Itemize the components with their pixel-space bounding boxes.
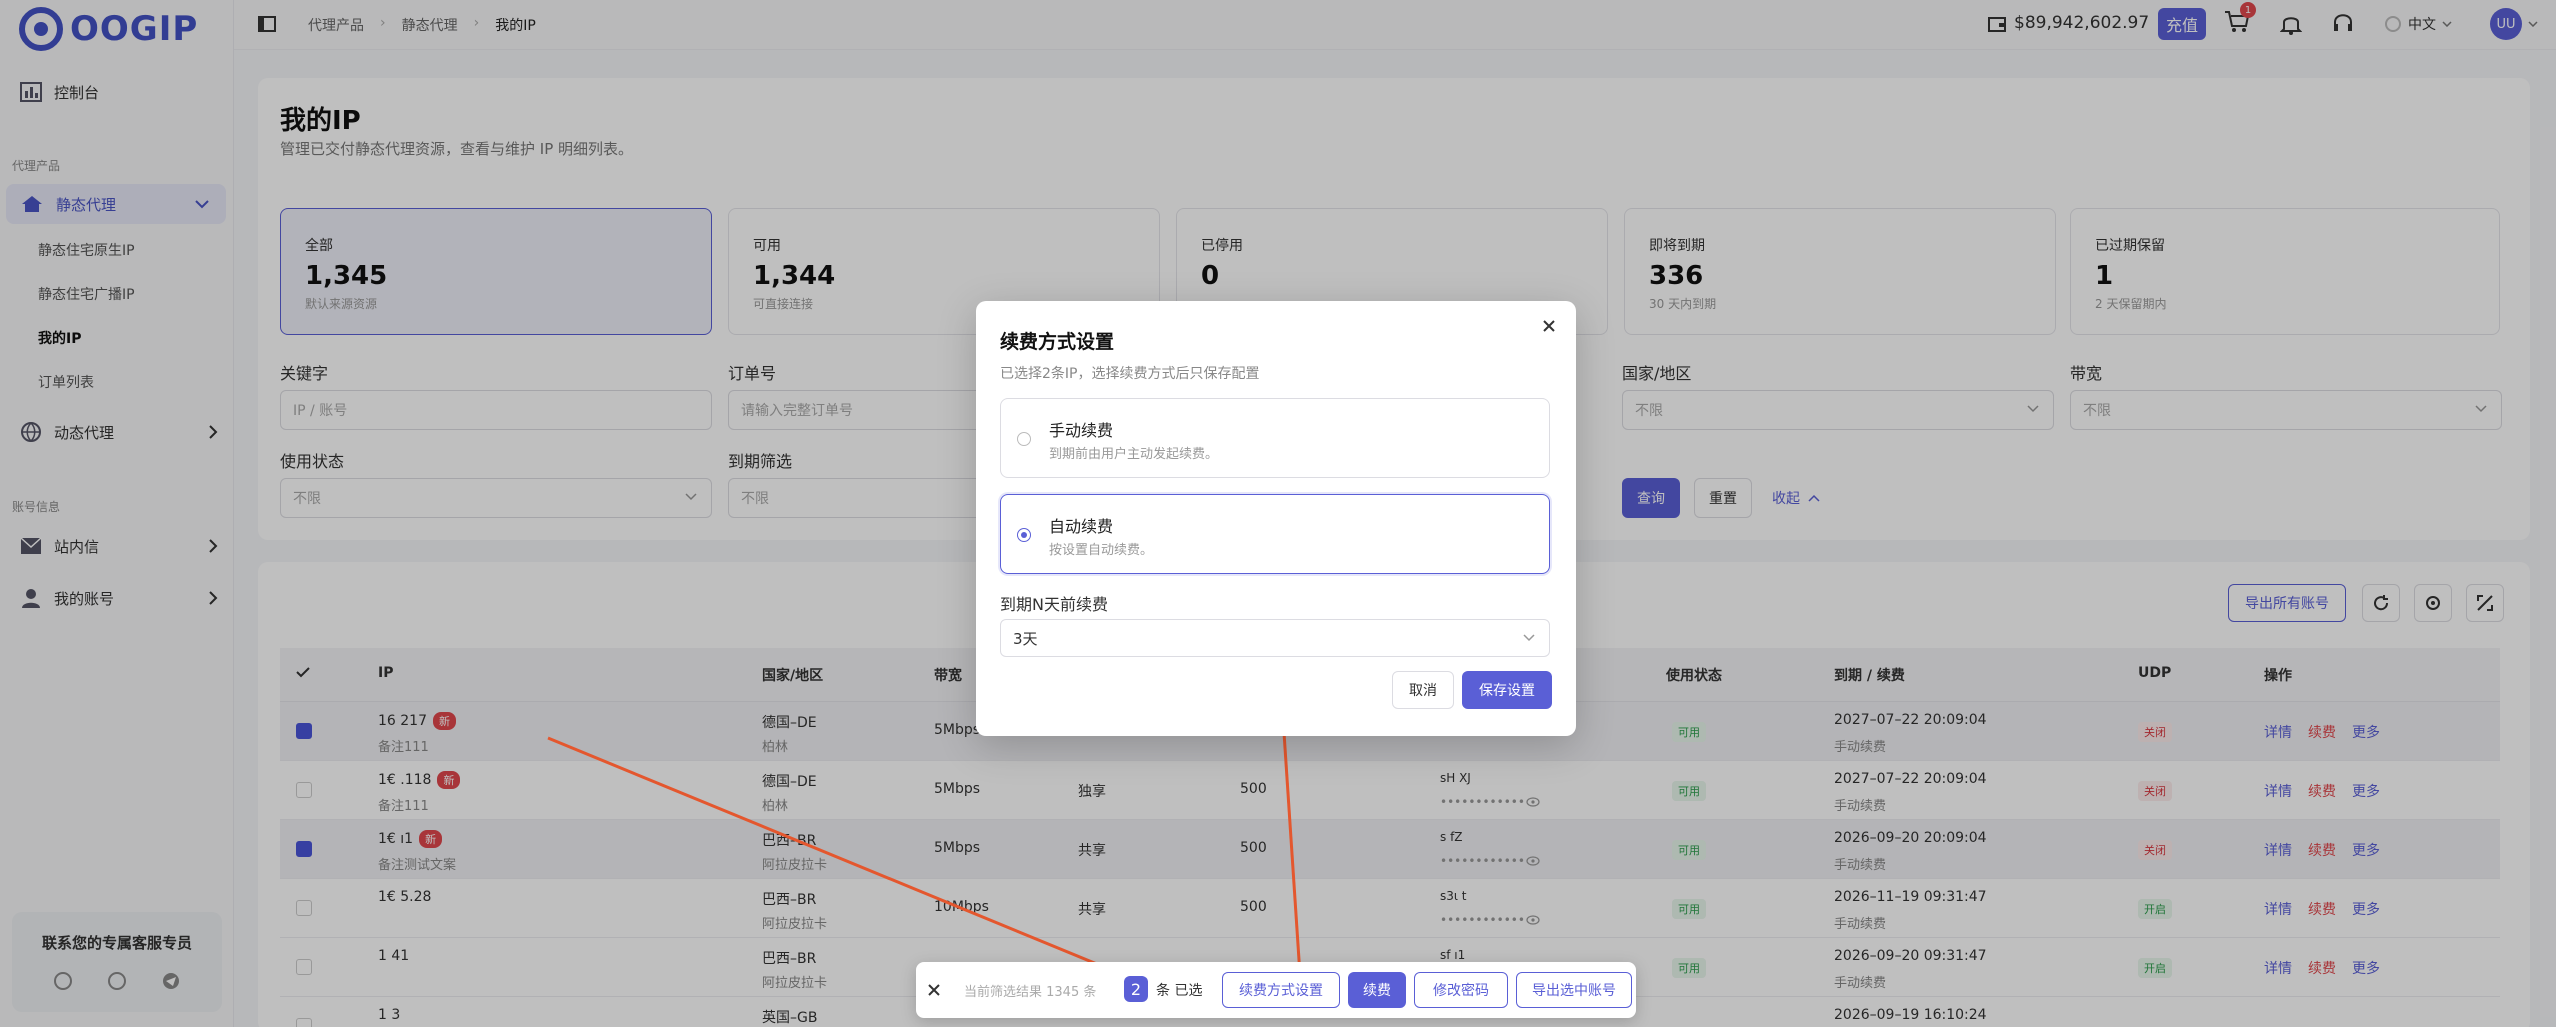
radio-auto[interactable] bbox=[1017, 528, 1031, 542]
option-desc: 到期前由用户主动发起续费。 bbox=[1049, 447, 1219, 462]
save-settings-button[interactable]: 保存设置 bbox=[1462, 671, 1552, 709]
export-selected-button[interactable]: 导出选中账号 bbox=[1516, 972, 1632, 1008]
modal-subtitle: 已选择2条IP，选择续费方式后只保存配置 bbox=[1000, 366, 1260, 382]
close-icon[interactable] bbox=[928, 984, 940, 996]
renewal-settings-modal: 续费方式设置 已选择2条IP，选择续费方式后只保存配置 手动续费 到期前由用户主… bbox=[976, 301, 1576, 736]
selection-action-bar: 当前筛选结果 1345 条 2 条 已选 续费方式设置 续费 修改密码 导出选中… bbox=[916, 962, 1636, 1018]
renewal-settings-button[interactable]: 续费方式设置 bbox=[1222, 972, 1340, 1008]
option-title: 手动续费 bbox=[1049, 421, 1114, 440]
close-icon[interactable] bbox=[1542, 319, 1556, 333]
selected-suffix: 条 已选 bbox=[1156, 983, 1203, 999]
days-before-label: 到期N天前续费 bbox=[1000, 595, 1108, 614]
days-before-select[interactable]: 3天 bbox=[1000, 619, 1550, 657]
radio-manual[interactable] bbox=[1017, 432, 1031, 446]
cancel-button[interactable]: 取消 bbox=[1392, 671, 1454, 709]
renew-button[interactable]: 续费 bbox=[1348, 972, 1406, 1008]
selected-count: 2 bbox=[1124, 976, 1148, 1002]
option-desc: 按设置自动续费。 bbox=[1049, 543, 1154, 558]
option-manual-renewal[interactable]: 手动续费 到期前由用户主动发起续费。 bbox=[1000, 398, 1550, 478]
modal-title: 续费方式设置 bbox=[1000, 331, 1115, 353]
change-password-button[interactable]: 修改密码 bbox=[1414, 972, 1508, 1008]
option-title: 自动续费 bbox=[1049, 517, 1114, 536]
option-auto-renewal[interactable]: 自动续费 按设置自动续费。 bbox=[1000, 494, 1550, 574]
chevron-down-icon bbox=[1523, 634, 1535, 642]
filter-result-text: 当前筛选结果 1345 条 bbox=[964, 985, 1097, 1000]
